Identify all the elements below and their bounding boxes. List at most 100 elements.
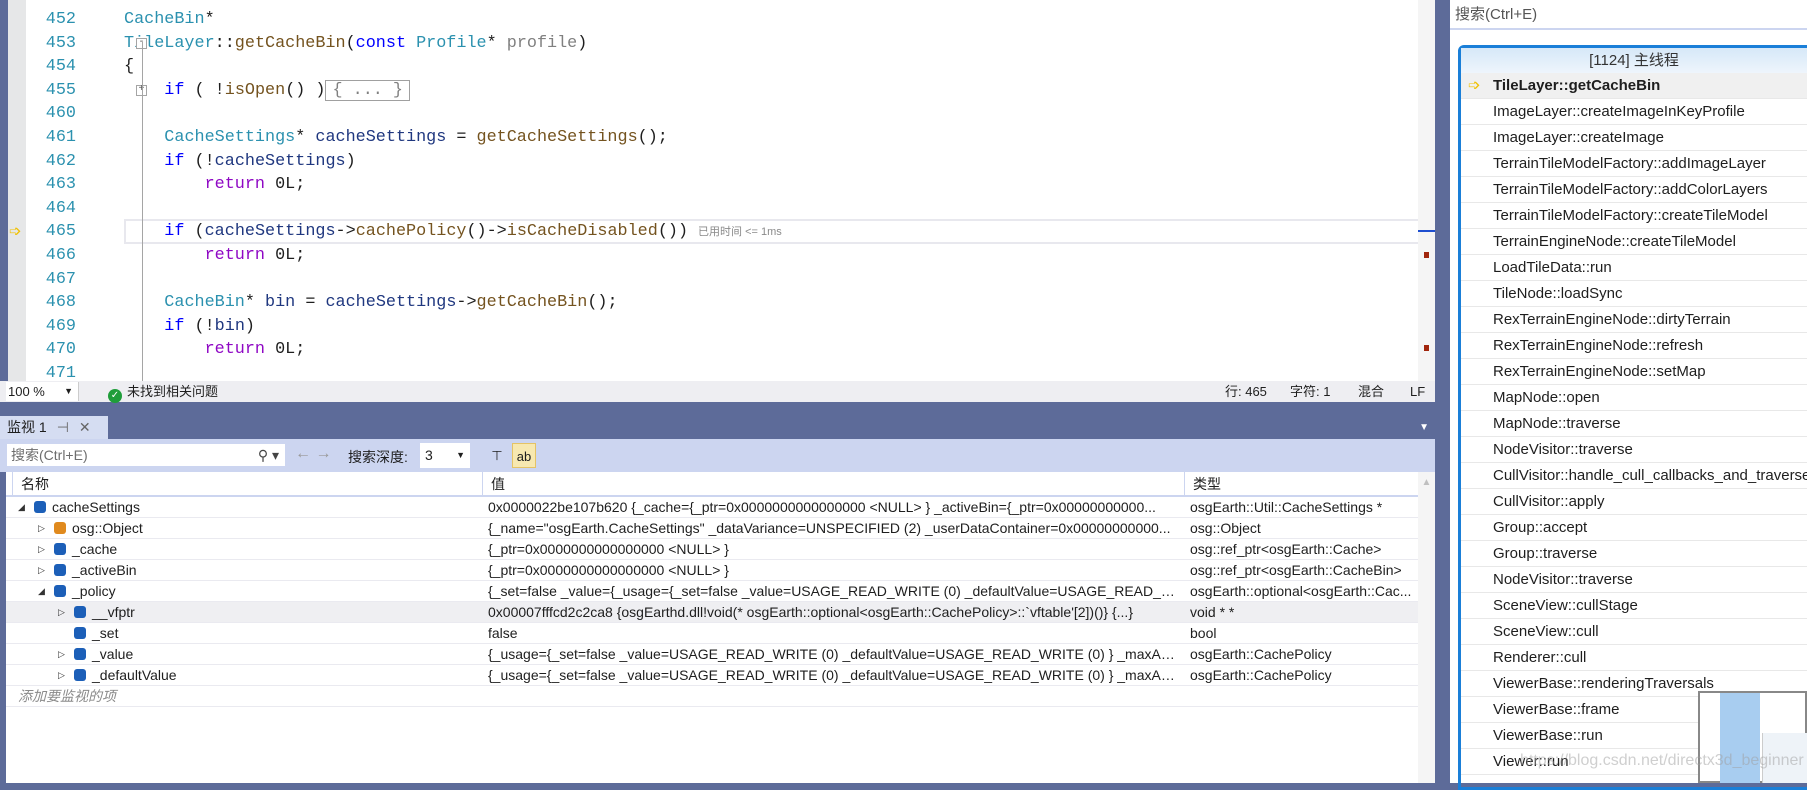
code-line[interactable]: 453 TileLayer::getCacheBin(const Profile*…: [26, 32, 1418, 56]
stack-frame[interactable]: TerrainTileModelFactory::addImageLayer: [1461, 151, 1807, 177]
stack-frame[interactable]: SceneView::cullStage: [1461, 593, 1807, 619]
watch-row[interactable]: ◢ cacheSettings 0x0000022be107b620 {_cache…: [6, 497, 1418, 518]
collapsed-triangle-icon[interactable]: ▷: [38, 518, 48, 538]
search-icon[interactable]: ⚲ ▾: [258, 444, 279, 466]
collapsed-block[interactable]: { ... }: [325, 79, 410, 101]
stack-frame[interactable]: Group::traverse: [1461, 541, 1807, 567]
collapsed-triangle-icon[interactable]: ▷: [58, 665, 68, 685]
call-stack-search-input[interactable]: 搜索(Ctrl+E): [1450, 0, 1807, 30]
code-line[interactable]: 462 if (!cacheSettings): [26, 150, 1418, 174]
stack-frame[interactable]: RexTerrainEngineNode::setMap: [1461, 359, 1807, 385]
collapsed-triangle-icon[interactable]: ▷: [58, 602, 68, 622]
stack-frame[interactable]: ➩ TileLayer::getCacheBin: [1461, 73, 1807, 99]
stack-frame[interactable]: NodeVisitor::traverse: [1461, 437, 1807, 463]
hex-display-icon[interactable]: ab: [512, 443, 536, 468]
collapsed-triangle-icon[interactable]: ▷: [38, 539, 48, 559]
collapsed-triangle-icon[interactable]: ▷: [58, 644, 68, 664]
editor-scrollbar[interactable]: [1418, 0, 1435, 381]
pin-icon[interactable]: ⊣: [57, 419, 69, 435]
watch-row[interactable]: ▷ osg::Object {_name="osgEarth.CacheSettin…: [6, 518, 1418, 539]
column-name[interactable]: 名称: [12, 472, 488, 497]
code-line[interactable]: 470 return 0L;: [26, 338, 1418, 362]
stack-frame[interactable]: TerrainTileModelFactory::addColorLayers: [1461, 177, 1807, 203]
code-token: *: [244, 293, 266, 313]
watch-value[interactable]: 0x00007fffcd2c2ca8 {osgEarthd.dll!void(*…: [482, 602, 1182, 622]
code-token: (: [345, 33, 356, 53]
search-nav-arrows-icon[interactable]: ← →: [295, 445, 331, 463]
close-icon[interactable]: ✕: [79, 419, 91, 435]
stack-frame[interactable]: ImageLayer::createImage: [1461, 125, 1807, 151]
watch-value[interactable]: {_ptr=0x0000000000000000 <NULL> }: [482, 539, 1182, 559]
watch-row[interactable]: ▷ _defaultValue {_usage={_set=false _value…: [6, 665, 1418, 686]
stack-frame[interactable]: LoadTileData::run: [1461, 255, 1807, 281]
watch-row[interactable]: _set false bool: [6, 623, 1418, 644]
stack-frame[interactable]: CullVisitor::handle_cull_callbacks_and_t…: [1461, 463, 1807, 489]
code-line[interactable]: 463 return 0L;: [26, 173, 1418, 197]
zoom-dropdown[interactable]: 100 % ▼: [6, 382, 79, 401]
stack-frame[interactable]: TerrainTileModelFactory::createTileModel: [1461, 203, 1807, 229]
code-token: (!: [184, 316, 215, 336]
watch-row[interactable]: ▷ _cache {_ptr=0x0000000000000000 <NULL> }…: [6, 539, 1418, 560]
code-token: ()): [657, 222, 689, 242]
code-token: ): [345, 151, 356, 171]
watch-row[interactable]: ◢ _policy {_set=false _value={_usage={_set…: [6, 581, 1418, 602]
stack-frame[interactable]: TileNode::loadSync: [1461, 281, 1807, 307]
line-number: 466: [45, 246, 76, 265]
panel-menu-icon[interactable]: ▼: [1419, 422, 1429, 433]
protected-member-icon: [74, 648, 86, 660]
watch-value[interactable]: {_set=false _value={_usage={_set=false _…: [482, 581, 1182, 601]
watch-value[interactable]: {_usage={_set=false _value=USAGE_READ_WR…: [482, 644, 1182, 664]
filter-pin-icon[interactable]: ⊤: [485, 443, 509, 468]
code-line[interactable]: 461 CacheSettings* cacheSettings = getCa…: [26, 126, 1418, 150]
watch-row[interactable]: ▷ __vfptr 0x00007fffcd2c2ca8 {osgEarthd.dl…: [6, 602, 1418, 623]
watch-value[interactable]: {_name="osgEarth.CacheSettings" _dataVar…: [482, 518, 1182, 538]
issues-indicator[interactable]: ✓ 未找到相关问题: [108, 381, 218, 403]
code-line[interactable]: 466 return 0L;: [26, 244, 1418, 268]
code-line[interactable]: 469 if (!bin): [26, 315, 1418, 339]
code-line[interactable]: 468 CacheBin* bin = cacheSettings->getCa…: [26, 291, 1418, 315]
watch-value[interactable]: {_ptr=0x0000000000000000 <NULL> }: [482, 560, 1182, 580]
stack-frame[interactable]: Renderer::cull: [1461, 645, 1807, 671]
watch-search-input[interactable]: 搜索(Ctrl+E) ⚲ ▾: [6, 443, 286, 467]
code-text: return 0L;: [124, 338, 306, 362]
stack-frame[interactable]: Group::accept: [1461, 515, 1807, 541]
watch-value[interactable]: false: [482, 623, 1182, 643]
code-line[interactable]: 455 if ( !isOpen() ){ ... }: [26, 79, 1418, 103]
code-area[interactable]: 452 CacheBin* 453 TileLayer::getCacheBin(co…: [26, 0, 1418, 381]
column-type[interactable]: 类型: [1184, 472, 1418, 497]
code-line[interactable]: 454 {: [26, 55, 1418, 79]
code-line[interactable]: 465 if (cacheSettings->cachePolicy()->is…: [26, 219, 1418, 245]
watch-name: __vfptr: [92, 604, 135, 620]
stack-frame[interactable]: RexTerrainEngineNode::refresh: [1461, 333, 1807, 359]
code-text: if (!cacheSettings): [124, 150, 356, 174]
parallel-stack-thread: [1124] 主线程 ➩ TileLayer::getCacheBin ImageL…: [1458, 45, 1807, 790]
watch-value[interactable]: {_usage={_set=false _value=USAGE_READ_WR…: [482, 665, 1182, 685]
code-line[interactable]: 460: [26, 102, 1418, 126]
watch-row[interactable]: ▷ _value {_usage={_set=false _value=USAGE_…: [6, 644, 1418, 665]
collapsed-triangle-icon[interactable]: ▷: [38, 560, 48, 580]
stack-frame[interactable]: NodeVisitor::traverse: [1461, 567, 1807, 593]
stack-frame[interactable]: CullVisitor::apply: [1461, 489, 1807, 515]
code-line[interactable]: 452 CacheBin*: [26, 8, 1418, 32]
column-value[interactable]: 值: [482, 472, 1184, 497]
code-line[interactable]: 464: [26, 197, 1418, 221]
add-watch-row[interactable]: 添加要监视的项: [6, 686, 1418, 707]
code-token: 0L;: [265, 340, 306, 360]
watch-value[interactable]: 0x0000022be107b620 {_cache={_ptr=0x00000…: [482, 497, 1182, 517]
stack-frame[interactable]: TerrainEngineNode::createTileModel: [1461, 229, 1807, 255]
watch-scrollbar[interactable]: ▲: [1418, 472, 1435, 783]
watch-row[interactable]: ▷ _activeBin {_ptr=0x0000000000000000 <NUL…: [6, 560, 1418, 581]
stack-frame[interactable]: MapNode::traverse: [1461, 411, 1807, 437]
code-editor[interactable]: ➩ 452 CacheBin* 453 TileLayer::getCacheBin(…: [0, 0, 1435, 402]
stack-frame[interactable]: RexTerrainEngineNode::dirtyTerrain: [1461, 307, 1807, 333]
stack-frame[interactable]: ImageLayer::createImageInKeyProfile: [1461, 99, 1807, 125]
search-depth-dropdown[interactable]: 3 ▼: [420, 443, 470, 468]
code-token: return: [204, 175, 266, 195]
code-line[interactable]: 471: [26, 362, 1418, 381]
stack-frame[interactable]: MapNode::open: [1461, 385, 1807, 411]
tab-watch-1[interactable]: 监视 1 ⊣ ✕: [0, 416, 108, 439]
stack-frame[interactable]: SceneView::cull: [1461, 619, 1807, 645]
code-line[interactable]: 467: [26, 268, 1418, 292]
expanded-triangle-icon[interactable]: ◢: [18, 497, 28, 517]
expanded-triangle-icon[interactable]: ◢: [38, 581, 48, 601]
